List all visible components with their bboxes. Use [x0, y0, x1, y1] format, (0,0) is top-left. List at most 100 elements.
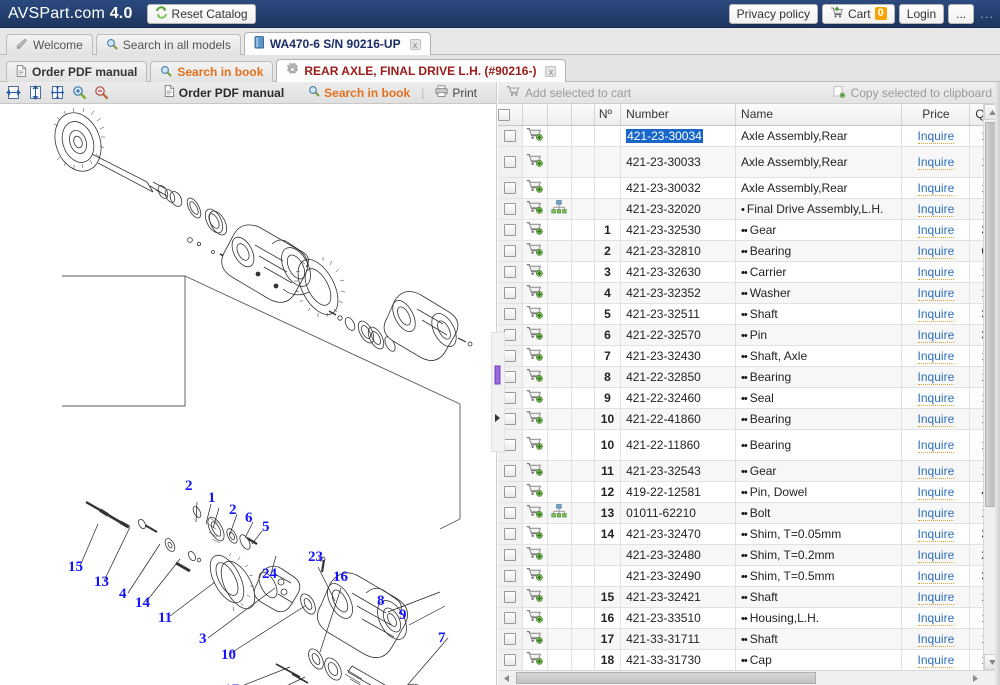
row-price-cell[interactable]: Inquire	[901, 544, 971, 566]
close-icon[interactable]: x	[545, 65, 557, 77]
reset-catalog-button[interactable]: Reset Catalog	[146, 3, 256, 24]
cart-icon[interactable]	[526, 568, 543, 584]
add-to-cart-icon-cell[interactable]	[522, 177, 548, 199]
selected-part-number[interactable]: 421-23-30034	[626, 128, 703, 143]
row-price-cell[interactable]: Inquire	[901, 282, 971, 304]
cart-button[interactable]: Cart 0	[821, 3, 895, 24]
diagram-callout-number[interactable]: 4	[119, 586, 127, 602]
row-checkbox[interactable]	[503, 266, 516, 279]
inquire-link[interactable]: Inquire	[917, 285, 955, 301]
close-icon[interactable]: x	[409, 38, 421, 50]
row-checkbox[interactable]	[503, 224, 516, 237]
inquire-link[interactable]: Inquire	[917, 264, 955, 280]
add-to-cart-icon-cell[interactable]	[522, 628, 548, 650]
cart-icon[interactable]	[526, 463, 543, 479]
row-price-cell[interactable]: Inquire	[901, 219, 971, 241]
diagram-callout-number[interactable]: 6	[245, 510, 253, 526]
add-to-cart-icon-cell[interactable]	[522, 303, 548, 325]
diagram-callout-number[interactable]: 5	[262, 519, 270, 535]
cart-icon[interactable]	[526, 610, 543, 626]
diagram-callout-number[interactable]: 10	[221, 647, 236, 663]
diagram-callout-number[interactable]: 13	[94, 574, 109, 590]
table-row[interactable]: 9421-22-32460••SealInquire1	[498, 387, 1000, 409]
table-row[interactable]: 4421-23-32352••WasherInquire1	[498, 282, 1000, 304]
table-row[interactable]: 15421-23-32421••ShaftInquire1	[498, 586, 1000, 608]
row-price-cell[interactable]: Inquire	[901, 502, 971, 524]
add-selected-to-cart-button[interactable]: Add selected to cart	[506, 85, 631, 100]
row-price-cell[interactable]: Inquire	[901, 565, 971, 587]
row-number-cell[interactable]: 421-23-32020	[620, 198, 737, 220]
row-number-cell[interactable]: 421-23-30032	[620, 177, 737, 199]
diagram-callout-number[interactable]: 9	[399, 607, 407, 623]
cart-icon[interactable]	[526, 222, 543, 238]
row-checkbox[interactable]	[503, 371, 516, 384]
cart-icon[interactable]	[526, 411, 543, 427]
diagram-callout-number[interactable]: 11	[158, 610, 172, 626]
cart-icon[interactable]	[526, 437, 543, 453]
inquire-link[interactable]: Inquire	[917, 348, 955, 364]
row-price-cell[interactable]: Inquire	[901, 345, 971, 367]
row-number-cell[interactable]: 421-23-32511	[620, 303, 737, 325]
table-row[interactable]: 10421-22-11860••BearingInquire1	[498, 429, 1000, 461]
select-all-checkbox[interactable]	[498, 109, 510, 122]
diagram-callout-number[interactable]: 8	[377, 593, 385, 609]
tab-search-all-models[interactable]: Search in all models	[95, 34, 241, 55]
row-price-cell[interactable]: Inquire	[901, 303, 971, 325]
tab-rear-axle-final-drive[interactable]: REAR AXLE, FINAL DRIVE L.H. (#90216-) x	[276, 59, 567, 82]
inquire-link[interactable]: Inquire	[917, 547, 955, 563]
table-row[interactable]: 12419-22-12581••Pin, DowelInquire4	[498, 481, 1000, 503]
inquire-link[interactable]: Inquire	[917, 390, 955, 406]
fit-width-icon[interactable]	[6, 85, 21, 100]
row-select-checkbox-cell[interactable]	[498, 303, 523, 325]
table-row[interactable]: 421-23-30034Axle Assembly,RearInquire1	[498, 125, 1000, 147]
add-to-cart-icon-cell[interactable]	[522, 219, 548, 241]
tab-wa470-6[interactable]: WA470-6 S/N 90216-UP x	[243, 32, 431, 55]
row-checkbox[interactable]	[503, 287, 516, 300]
row-price-cell[interactable]: Inquire	[901, 387, 971, 409]
row-select-checkbox-cell[interactable]	[498, 146, 523, 178]
inquire-link[interactable]: Inquire	[917, 568, 955, 584]
row-price-cell[interactable]: Inquire	[901, 146, 971, 178]
row-price-cell[interactable]: Inquire	[901, 481, 971, 503]
row-checkbox[interactable]	[503, 654, 516, 667]
row-number-cell[interactable]: 421-23-32630	[620, 261, 737, 283]
row-price-cell[interactable]: Inquire	[901, 198, 971, 220]
table-row[interactable]: 8421-22-32850••BearingInquire1	[498, 366, 1000, 388]
more-menu-button[interactable]: ...	[948, 3, 975, 24]
inquire-link[interactable]: Inquire	[917, 154, 955, 170]
inquire-link[interactable]: Inquire	[917, 243, 955, 259]
row-select-checkbox-cell[interactable]	[498, 125, 523, 147]
add-to-cart-icon-cell[interactable]	[522, 324, 548, 346]
diagram-callout-number[interactable]: 3	[199, 631, 207, 647]
diagram-canvas[interactable]: 21265151341411310172122192018242316897	[0, 104, 496, 685]
diagram-callout-number[interactable]: 2	[229, 502, 237, 518]
cart-icon[interactable]	[526, 390, 543, 406]
inquire-link[interactable]: Inquire	[917, 411, 955, 427]
table-row[interactable]: 421-23-32480••Shim, T=0.2mmInquire2	[498, 544, 1000, 566]
row-price-cell[interactable]: Inquire	[901, 366, 971, 388]
row-checkbox[interactable]	[503, 245, 516, 258]
add-to-cart-icon-cell[interactable]	[522, 125, 548, 147]
cart-icon[interactable]	[526, 285, 543, 301]
fit-page-icon[interactable]	[50, 85, 65, 100]
cart-icon[interactable]	[526, 348, 543, 364]
zoom-out-icon[interactable]	[94, 85, 109, 100]
row-number-cell[interactable]: 421-23-33510	[620, 607, 737, 629]
row-select-checkbox-cell[interactable]	[498, 607, 523, 629]
table-row[interactable]: 14421-23-32470••Shim, T=0.05mmInquire3	[498, 523, 1000, 545]
cart-icon[interactable]	[526, 369, 543, 385]
inquire-link[interactable]: Inquire	[917, 610, 955, 626]
add-to-cart-icon-cell[interactable]	[522, 261, 548, 283]
inquire-link[interactable]: Inquire	[917, 128, 955, 144]
row-select-checkbox-cell[interactable]	[498, 523, 523, 545]
cart-icon[interactable]	[526, 306, 543, 322]
table-row[interactable]: 1301011-62210••BoltInquire1	[498, 502, 1000, 524]
row-select-checkbox-cell[interactable]	[498, 565, 523, 587]
row-number-cell[interactable]: 421-22-32460	[620, 387, 737, 409]
row-number-cell[interactable]: 421-23-32543	[620, 460, 737, 482]
diagram-callout-number[interactable]: 15	[68, 559, 83, 575]
privacy-policy-button[interactable]: Privacy policy	[728, 3, 818, 24]
add-to-cart-icon-cell[interactable]	[522, 523, 548, 545]
row-price-cell[interactable]: Inquire	[901, 649, 971, 670]
row-number-cell[interactable]: 421-33-31711	[620, 628, 737, 650]
